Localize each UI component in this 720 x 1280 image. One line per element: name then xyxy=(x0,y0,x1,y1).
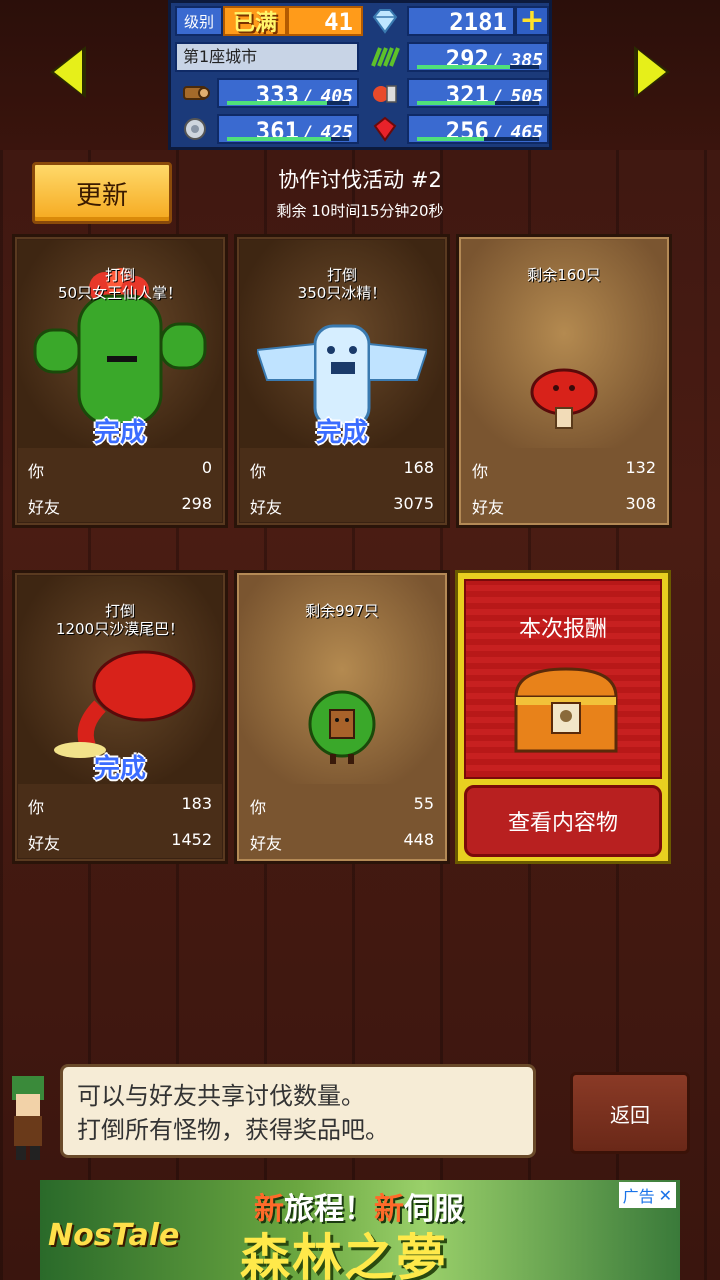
you-label: 你 xyxy=(250,798,267,817)
level-label: 级别 xyxy=(175,6,223,36)
card-caption-line1: 打倒 xyxy=(326,266,357,284)
mushroom-monster-icon xyxy=(530,368,598,429)
previous-city-arrow[interactable] xyxy=(46,44,88,100)
card-art: 打倒 1200只沙漠尾巴！ 完成 xyxy=(18,576,222,784)
you-label: 你 xyxy=(472,462,489,481)
friend-label: 好友 xyxy=(28,834,61,853)
card-stats: 你 183 好友 1452 xyxy=(18,784,222,858)
treasure-chest-icon xyxy=(514,667,618,753)
card-stats: 你 132 好友 308 xyxy=(462,448,666,522)
hint-line1: 可以与好友共享讨伐数量。 xyxy=(77,1082,365,1110)
friend-count: 298 xyxy=(181,494,212,513)
diamond-icon xyxy=(365,6,405,36)
food-resource: 321 / 505 xyxy=(407,78,549,109)
stone-resource: 361 / 425 xyxy=(217,114,359,145)
reward-card: 本次报酬 查看内容物 xyxy=(455,570,671,864)
you-count: 183 xyxy=(181,794,212,813)
arrow-right-icon xyxy=(634,46,670,98)
monster-card-bush[interactable]: 剩余997只 你 55 好友 448 xyxy=(234,570,450,864)
friend-count: 1452 xyxy=(171,830,212,849)
you-count: 55 xyxy=(413,794,434,813)
remaining-count-label: 剩余160只 xyxy=(527,266,601,284)
card-caption-line2: 350只冰精！ xyxy=(297,284,387,302)
card-caption-line2: 1200只沙漠尾巴！ xyxy=(55,620,185,638)
wood-icon xyxy=(175,78,215,108)
card-art: 打倒 50只女王仙人掌！ 完成 xyxy=(18,240,222,448)
city-name: 第1座城市 xyxy=(175,42,359,72)
friend-count: 308 xyxy=(625,494,656,513)
you-label: 你 xyxy=(250,462,267,481)
grass-resource: 292 / 385 xyxy=(407,42,549,73)
close-icon[interactable]: ✕ xyxy=(659,1186,672,1205)
complete-label: 完成 xyxy=(93,754,146,784)
ad-title: 森林之夢 xyxy=(240,1229,448,1280)
friend-label: 好友 xyxy=(250,834,283,853)
you-label: 你 xyxy=(28,798,45,817)
friend-count: 448 xyxy=(403,830,434,849)
stone-icon xyxy=(175,114,215,144)
view-contents-button[interactable]: 查看内容物 xyxy=(464,785,662,857)
ruby-icon xyxy=(365,114,405,144)
status-panel: 级别 已满 41 2181 + 第1座城市 292 / 385 333 / 40… xyxy=(168,0,552,150)
complete-label: 完成 xyxy=(93,418,146,448)
level-value: 41 xyxy=(287,6,363,36)
ad-label: 广告 xyxy=(622,1187,655,1206)
friend-label: 好友 xyxy=(28,498,61,517)
food-icon xyxy=(365,78,405,108)
monster-card-mushroom[interactable]: 剩余160只 你 132 好友 308 xyxy=(456,234,672,528)
card-art: 剩余997只 xyxy=(240,576,444,784)
friend-label: 好友 xyxy=(250,498,283,517)
monster-card-desert-tail[interactable]: 打倒 1200只沙漠尾巴！ 完成 你 183 好友 1452 xyxy=(12,570,228,864)
complete-label: 完成 xyxy=(315,418,368,448)
monster-card-ice-spirit[interactable]: 打倒 350只冰精！ 完成 你 168 好友 3075 xyxy=(234,234,450,528)
card-art: 打倒 350只冰精！ 完成 xyxy=(240,240,444,448)
friend-label: 好友 xyxy=(472,498,505,517)
level-max-badge: 已满 xyxy=(223,6,287,36)
you-label: 你 xyxy=(28,462,45,481)
card-caption-line1: 打倒 xyxy=(104,602,135,620)
card-caption-line1: 打倒 xyxy=(104,266,135,284)
card-stats: 你 0 好友 298 xyxy=(18,448,222,522)
card-stats: 你 168 好友 3075 xyxy=(240,448,444,522)
card-stats: 你 55 好友 448 xyxy=(240,784,444,858)
reward-panel: 本次报酬 xyxy=(464,579,662,779)
bush-monster-icon xyxy=(308,690,376,764)
ad-tag[interactable]: 广告 ✕ xyxy=(618,1182,676,1208)
wood-resource: 333 / 405 xyxy=(217,78,359,109)
friend-count: 3075 xyxy=(393,494,434,513)
reward-title: 本次报酬 xyxy=(518,617,607,642)
ad-banner[interactable]: NosTale 新旅程！新伺服 森林之夢 广告 ✕ xyxy=(40,1180,680,1280)
buy-gems-button[interactable]: + xyxy=(515,6,549,36)
update-button[interactable]: 更新 xyxy=(32,162,172,224)
back-button[interactable]: 返回 xyxy=(570,1072,690,1154)
ruby-resource: 256 / 465 xyxy=(407,114,549,145)
card-caption-line2: 50只女王仙人掌！ xyxy=(57,284,183,302)
grass-icon xyxy=(365,42,405,72)
event-title: 协作讨伐活动 #2 xyxy=(278,168,442,192)
remaining-count-label: 剩余997只 xyxy=(305,602,379,620)
npc-guide-avatar xyxy=(12,1076,44,1160)
event-timer: 剩余 10时间15分钟20秒 xyxy=(276,202,444,220)
arrow-left-icon xyxy=(50,46,86,98)
you-count: 0 xyxy=(201,458,212,477)
you-count: 132 xyxy=(625,458,656,477)
hint-line2: 打倒所有怪物，获得奖品吧。 xyxy=(77,1116,389,1144)
card-art: 剩余160只 xyxy=(462,240,666,448)
next-city-arrow[interactable] xyxy=(632,44,674,100)
monster-card-queen-cactus[interactable]: 打倒 50只女王仙人掌！ 完成 你 0 好友 298 xyxy=(12,234,228,528)
ad-logo: NosTale xyxy=(48,1217,180,1253)
you-count: 168 xyxy=(403,458,434,477)
gem-count: 2181 xyxy=(407,6,515,36)
hint-dialog: 可以与好友共享讨伐数量。 打倒所有怪物，获得奖品吧。 xyxy=(60,1064,536,1158)
